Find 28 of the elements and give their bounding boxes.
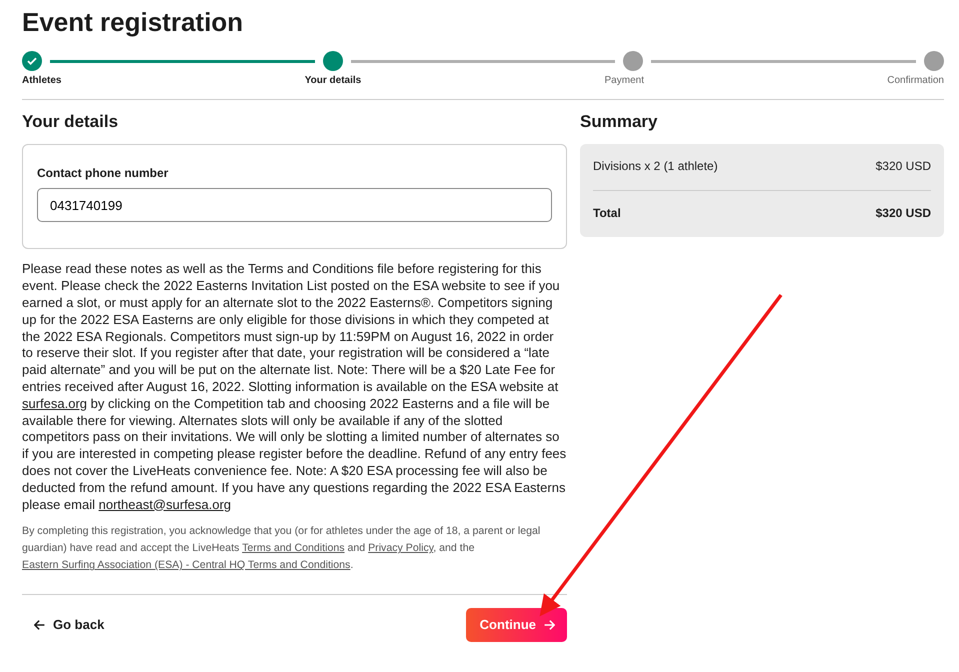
section-heading: Summary (580, 112, 658, 132)
step-label: Confirmation (887, 74, 944, 88)
total-amount: $320 USD (876, 205, 931, 222)
arrow-right-icon (544, 620, 555, 630)
notes-paragraph: Please read these notes as well as the Terms and Conditions file before registering for this event. Please check the 2022 Easterns Invitation List posted on the ESA website to see if you earned a slot, or must apply for an alternate slot to the 2022 Easterns®. Competitors signing up for the 2022 ESA Easterns are only eligible for those divisions in which they competed at the 2022 ESA Regionals. Competitors must sign-up by 11:59PM on August 16, 2022 in order to reserve their slot. If you register after that date, your registration will be considered a “late paid alternate” and you will be put on the alternate list. Note: There will be a $20 Late Fee for entries received after August 16, 2022. Slotting information is available on the ESA website at surfesa.org by clicking on the Competition tab and choosing 2022 Easterns and a file will be available there for viewing. Alternates slots will only be available if any of the slotted competitors pass on their invitations. We will only be slotting a limited number of alternates so if you are interested in competing please register before the deadline. Refund of any entry fees does not cover the LiveHeats convenience fee. Note: A $20 ESA processing fee will also be deducted from the refund amount. If you have any questions regarding the 2022 ESA Easterns please email northeast@surfesa.org (22, 261, 567, 514)
step-indicator (924, 51, 944, 71)
line-item-label: Divisions x 2 (1 athlete) (593, 158, 718, 176)
step-indicator (322, 51, 343, 71)
link[interactable]: surfesa.org (22, 396, 88, 411)
step-indicator (623, 51, 644, 71)
link[interactable]: Privacy Policy (368, 542, 434, 554)
line-item-amount: $320 USD (876, 158, 931, 176)
check-icon (27, 57, 37, 65)
step-label: Your details (304, 74, 362, 88)
step-label: Payment (604, 74, 644, 88)
page-title: Event registration (22, 6, 244, 39)
continue-button[interactable]: Continue (466, 608, 567, 642)
link[interactable]: Eastern Surfing Association (ESA) - Central HQ Terms and Conditions (22, 559, 350, 572)
legal-paragraph: By completing this registration, you acknowledge that you (or for athletes under the age of 18, a parent or legal guardian) have read and accept the LiveHeats Terms and Conditions and Privacy Policy, and the Eastern Surfing Association (ESA) - Central HQ Terms and Conditions. (22, 524, 542, 574)
field-label: Contact phone number (37, 165, 168, 182)
step-label: Athletes (22, 74, 62, 88)
link[interactable]: northeast@surfesa.org (98, 496, 232, 512)
back-button[interactable]: Go back (22, 609, 116, 641)
section-heading: Your details (22, 112, 120, 132)
arrow-left-icon (34, 620, 45, 630)
phone-input[interactable]: 0431740199 (37, 188, 552, 222)
link[interactable]: Terms and Conditions (242, 542, 345, 554)
total-label: Total (593, 205, 621, 222)
